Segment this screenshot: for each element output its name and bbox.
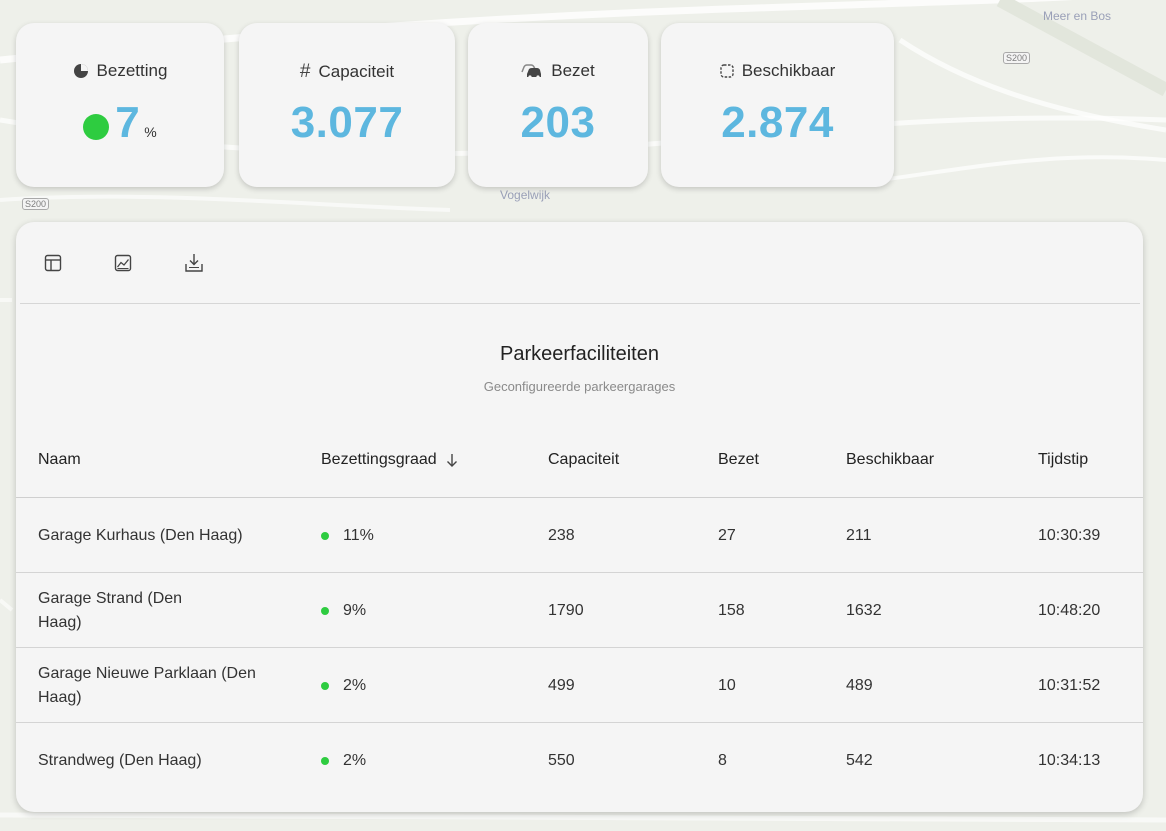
cell-occupied: 27 — [718, 526, 736, 544]
kpi-card-capaciteit: # Capaciteit 3.077 — [239, 23, 455, 187]
cell-occupancy: 11% — [321, 498, 374, 573]
cell-capacity: 499 — [548, 676, 575, 694]
column-header-capaciteit[interactable]: Capaciteit — [548, 451, 619, 469]
kpi-value-row: 2.874 — [661, 98, 894, 148]
cell-time: 10:31:52 — [1038, 676, 1101, 694]
status-dot — [321, 756, 329, 765]
toolbar-divider — [20, 303, 1140, 304]
kpi-header: Bezetting — [16, 61, 224, 81]
download-icon — [183, 252, 205, 274]
kpi-label: Beschikbaar — [741, 61, 836, 80]
road-shield: S200 — [1003, 52, 1031, 64]
car-icon — [521, 63, 543, 79]
table-row[interactable]: Garage Kurhaus (Den Haag) 11% 238 27 211… — [16, 498, 1143, 573]
pie-chart-icon — [73, 63, 89, 79]
table-view-icon — [44, 254, 62, 272]
status-dot — [321, 606, 329, 615]
cell-occupied: 8 — [718, 751, 727, 769]
column-header-bezet[interactable]: Bezet — [718, 451, 759, 469]
column-header-label: Naam — [38, 451, 81, 468]
cell-occupancy: 9% — [321, 573, 366, 648]
hash-icon: # — [299, 61, 311, 82]
kpi-card-bezetting: Bezetting 7 % — [16, 23, 224, 187]
column-header-bezettingsgraad[interactable]: Bezettingsgraad — [321, 451, 459, 469]
cell-name: Garage Nieuwe Parklaan (Den Haag) — [38, 664, 256, 706]
kpi-unit: % — [144, 124, 157, 140]
kpi-card-bezet: Bezet 203 — [468, 23, 648, 187]
empty-square-icon — [720, 64, 734, 78]
table-view-button[interactable] — [40, 250, 66, 276]
table-title: Parkeerfaciliteiten — [500, 343, 659, 365]
table-row[interactable]: Garage Strand (Den Haag) 9% 1790 158 163… — [16, 573, 1143, 648]
map-label: Vogelwijk — [500, 188, 551, 202]
kpi-label: Bezet — [551, 61, 595, 80]
cell-occupied: 158 — [718, 601, 745, 619]
cell-time: 10:34:13 — [1038, 751, 1101, 769]
kpi-header: # Capaciteit — [239, 61, 455, 83]
column-header-beschikbaar[interactable]: Beschikbaar — [846, 451, 934, 469]
cell-capacity: 238 — [548, 526, 575, 544]
column-header-tijdstip[interactable]: Tijdstip — [1038, 451, 1088, 469]
sort-descending-icon — [445, 452, 459, 468]
kpi-value-row: 203 — [468, 98, 648, 148]
cell-available: 542 — [846, 751, 873, 769]
occupancy-value: 11% — [343, 526, 374, 544]
column-header-label: Capaciteit — [548, 451, 620, 468]
cell-available: 489 — [846, 676, 873, 694]
column-header-naam[interactable]: Naam — [38, 451, 81, 469]
cell-name: Strandweg (Den Haag) — [38, 751, 202, 769]
cell-capacity: 1790 — [548, 601, 584, 619]
chart-view-icon — [114, 254, 132, 272]
table-card: Parkeerfaciliteiten Geconfigureerde park… — [16, 222, 1143, 812]
status-dot — [321, 531, 329, 540]
chart-view-button[interactable] — [110, 250, 136, 276]
table-subtitle: Geconfigureerde parkeergarages — [483, 379, 676, 394]
column-header-label: Bezet — [718, 451, 759, 468]
occupancy-value: 2% — [343, 676, 367, 694]
occupancy-value: 9% — [343, 601, 367, 619]
map-label: Meer en Bos — [1043, 9, 1112, 23]
download-button[interactable] — [181, 250, 207, 276]
kpi-value: 3.077 — [290, 98, 404, 147]
view-toolbar — [16, 222, 1143, 304]
cell-occupancy: 2% — [321, 648, 366, 723]
column-header-label: Bezettingsgraad — [321, 451, 437, 468]
cell-available: 211 — [846, 526, 872, 544]
kpi-card-beschikbaar: Beschikbaar 2.874 — [661, 23, 894, 187]
table-row[interactable]: Garage Nieuwe Parklaan (Den Haag) 2% 499… — [16, 648, 1143, 723]
status-dot — [83, 114, 110, 140]
kpi-value-row: 3.077 — [239, 98, 455, 148]
road-shield: S200 — [22, 198, 50, 210]
column-header-label: Beschikbaar — [846, 451, 935, 468]
kpi-value-row: 7 % — [16, 98, 224, 148]
kpi-label: Capaciteit — [318, 62, 395, 81]
kpi-label: Bezetting — [96, 61, 168, 80]
cell-name: Garage Strand (Den Haag) — [38, 589, 183, 631]
kpi-value: 2.874 — [721, 98, 834, 147]
cell-occupied: 10 — [718, 676, 736, 694]
cell-time: 10:30:39 — [1038, 526, 1101, 544]
cell-time: 10:48:20 — [1038, 601, 1101, 619]
column-header-label: Tijdstip — [1038, 451, 1089, 468]
table-row[interactable]: Strandweg (Den Haag) 2% 550 8 542 10:34:… — [16, 723, 1143, 798]
occupancy-value: 2% — [343, 751, 367, 769]
cell-available: 1632 — [846, 601, 882, 619]
kpi-header: Bezet — [468, 61, 648, 81]
status-dot — [321, 681, 329, 690]
cell-capacity: 550 — [548, 751, 575, 769]
kpi-value: 7 — [115, 98, 141, 147]
kpi-value: 203 — [520, 98, 596, 147]
cell-occupancy: 2% — [321, 723, 366, 798]
cell-name: Garage Kurhaus (Den Haag) — [38, 526, 243, 544]
kpi-header: Beschikbaar — [661, 61, 894, 81]
